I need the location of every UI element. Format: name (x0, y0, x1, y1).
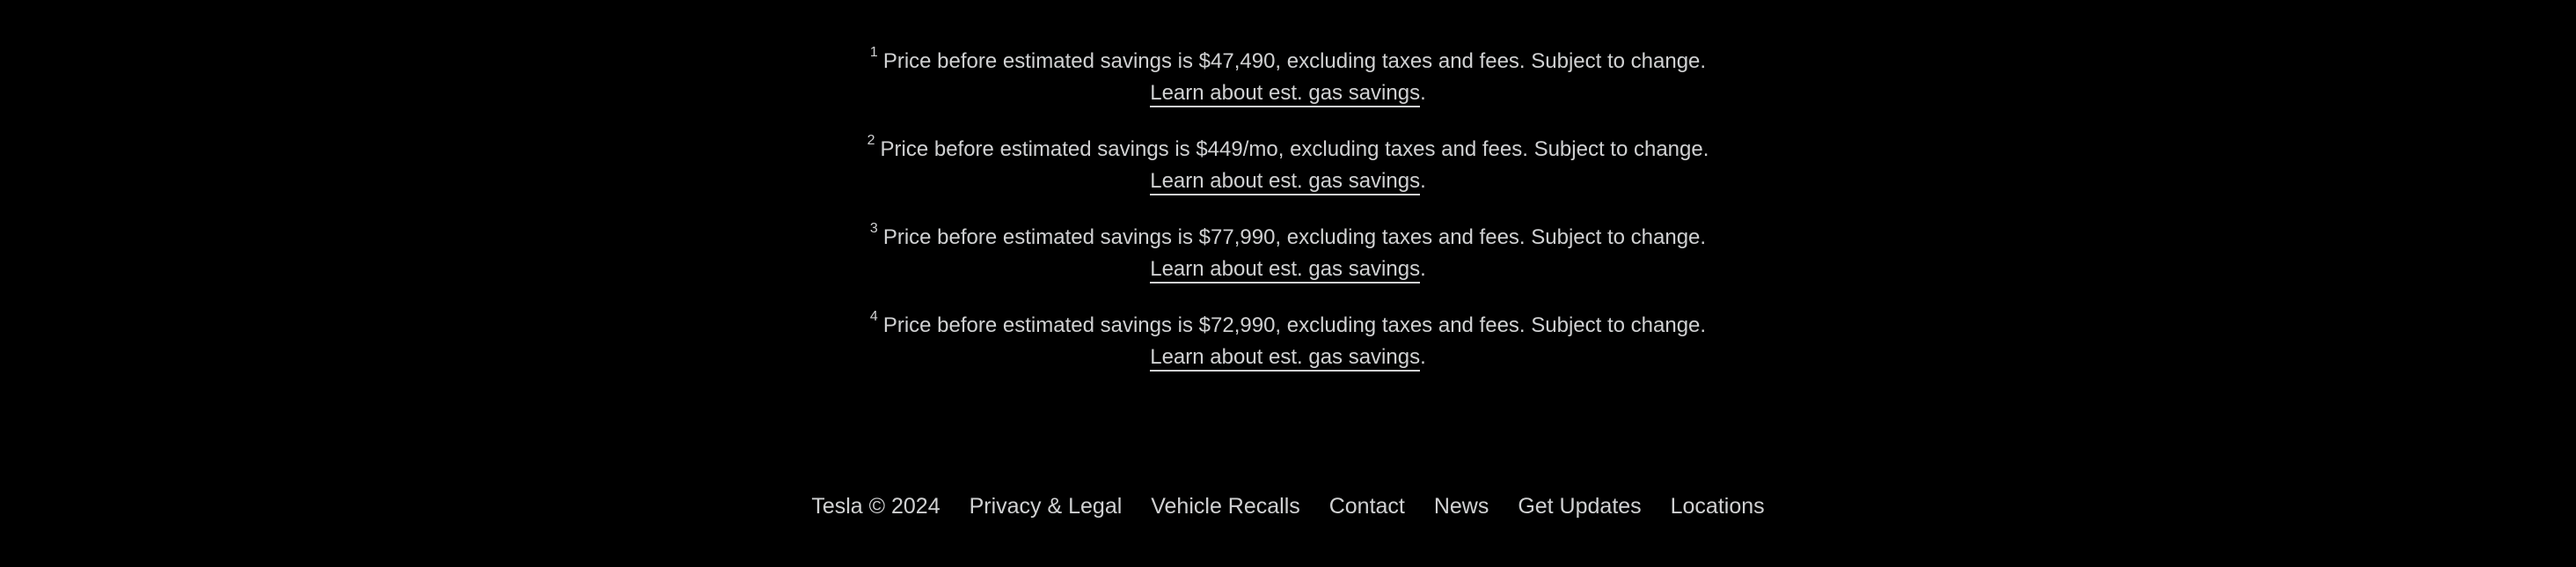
disclaimer-link-line: Learn about est. gas savings. (0, 166, 2576, 197)
disclaimer-section: 1 Price before estimated savings is $47,4… (0, 46, 2576, 398)
footer-link-locations[interactable]: Locations (1671, 489, 1765, 524)
disclaimer-text: Price before estimated savings is $72,99… (882, 313, 1707, 337)
disclaimer-1: 1 Price before estimated savings is $47,4… (0, 46, 2576, 109)
disclaimer-text: Price before estimated savings is $77,99… (882, 225, 1707, 249)
footer-link-get-updates[interactable]: Get Updates (1518, 489, 1641, 524)
footnote-marker: 1 (869, 45, 878, 60)
footnote-marker: 2 (867, 133, 875, 148)
footnote-marker: 4 (869, 309, 878, 324)
disclaimer-text-line: 4 Price before estimated savings is $72,9… (0, 310, 2576, 342)
gas-savings-link[interactable]: Learn about est. gas savings (1150, 345, 1421, 372)
disclaimer-text: Price before estimated savings is $47,49… (882, 49, 1707, 73)
disclaimer-link-line: Learn about est. gas savings. (0, 77, 2576, 109)
link-suffix: . (1420, 257, 1426, 281)
disclaimer-text-line: 3 Price before estimated savings is $77,9… (0, 222, 2576, 254)
disclaimer-text-line: 1 Price before estimated savings is $47,4… (0, 46, 2576, 77)
footer-link-privacy-legal[interactable]: Privacy & Legal (970, 489, 1123, 524)
disclaimer-link-line: Learn about est. gas savings. (0, 342, 2576, 373)
disclaimer-text-line: 2 Price before estimated savings is $449/… (0, 134, 2576, 166)
link-suffix: . (1420, 345, 1426, 369)
footer-link-news[interactable]: News (1434, 489, 1489, 524)
gas-savings-link[interactable]: Learn about est. gas savings (1150, 169, 1421, 195)
disclaimer-2: 2 Price before estimated savings is $449/… (0, 134, 2576, 197)
disclaimer-4: 4 Price before estimated savings is $72,9… (0, 310, 2576, 373)
disclaimer-3: 3 Price before estimated savings is $77,9… (0, 222, 2576, 285)
footer-link-vehicle-recalls[interactable]: Vehicle Recalls (1151, 489, 1300, 524)
footer-link-contact[interactable]: Contact (1329, 489, 1405, 524)
copyright-text: Tesla © 2024 (811, 494, 940, 519)
disclaimer-link-line: Learn about est. gas savings. (0, 254, 2576, 285)
link-suffix: . (1420, 169, 1426, 193)
site-footer: Tesla © 2024 Privacy & Legal Vehicle Rec… (0, 489, 2576, 524)
gas-savings-link[interactable]: Learn about est. gas savings (1150, 81, 1421, 107)
link-suffix: . (1420, 81, 1426, 105)
gas-savings-link[interactable]: Learn about est. gas savings (1150, 257, 1421, 284)
footnote-marker: 3 (869, 221, 878, 236)
disclaimer-text: Price before estimated savings is $449/m… (880, 137, 1709, 161)
